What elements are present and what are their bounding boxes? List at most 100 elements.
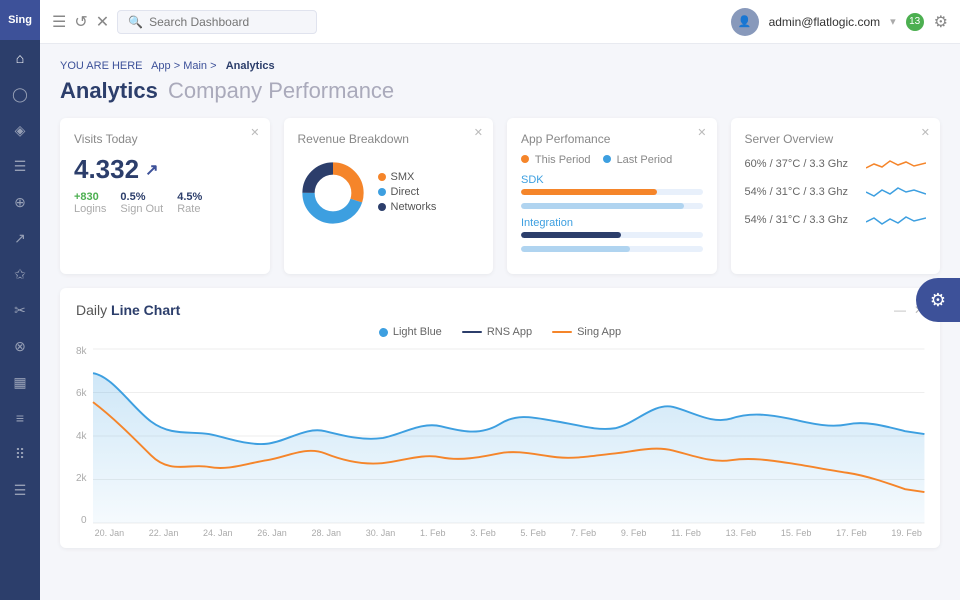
chart-minimize-icon[interactable]: —	[894, 303, 906, 317]
search-bar[interactable]: 🔍	[117, 10, 317, 34]
x-label-5: 30. Jan	[366, 528, 396, 538]
admin-email: admin@flatlogic.com	[769, 15, 881, 29]
perf-integration-bar-this	[521, 232, 703, 238]
stat-signout-val: 0.5%	[120, 191, 163, 203]
perf-dot-last	[603, 155, 611, 163]
x-label-1: 22. Jan	[149, 528, 179, 538]
perf-sdk-bar-this	[521, 189, 703, 195]
legend-label-networks: Networks	[391, 201, 437, 213]
sidebar-icon-list[interactable]: ☰	[0, 472, 40, 508]
perf-integration-fill-this	[521, 232, 621, 238]
legend-smx: SMX	[378, 171, 437, 183]
topbar: ☰ ↺ ✕ 🔍 👤 admin@flatlogic.com ▾ 13 ⚙	[40, 0, 960, 44]
sidebar-icon-diamond[interactable]: ◈	[0, 112, 40, 148]
legend-label-lightblue: Light Blue	[393, 326, 442, 338]
perf-sdk-bar-last	[521, 203, 703, 209]
legend-label-direct: Direct	[391, 186, 420, 198]
visits-trend-icon: ↗	[145, 160, 158, 180]
breadcrumb-current: Analytics	[226, 60, 275, 72]
server-row-2: 54% / 31°C / 3.3 Ghz	[745, 210, 927, 230]
server-card-close[interactable]: ✕	[921, 126, 930, 139]
legend-line-sing	[552, 331, 572, 333]
chart-svg-wrap: 20. Jan 22. Jan 24. Jan 26. Jan 28. Jan …	[93, 346, 924, 538]
search-icon: 🔍	[128, 15, 143, 29]
x-label-12: 13. Feb	[726, 528, 757, 538]
visits-card-title: Visits Today	[74, 132, 256, 146]
settings-icon[interactable]: ⚙	[934, 12, 948, 32]
revenue-card-title: Revenue Breakdown	[298, 132, 480, 146]
server-label-2: 54% / 31°C / 3.3 Ghz	[745, 214, 848, 226]
perf-dot-this	[521, 155, 529, 163]
content: YOU ARE HERE App > Main > Analytics Anal…	[40, 44, 960, 600]
search-input[interactable]	[149, 15, 306, 29]
x-label-4: 28. Jan	[312, 528, 342, 538]
perf-integration-bar-last	[521, 246, 703, 252]
sidebar-icon-bars[interactable]: ≡	[0, 400, 40, 436]
stat-rate-label: Rate	[177, 203, 202, 215]
perf-header: This Period Last Period	[521, 154, 703, 166]
chevron-down-icon[interactable]: ▾	[890, 15, 896, 28]
notification-badge[interactable]: 13	[906, 13, 924, 31]
sidebar-icon-star[interactable]: ✩	[0, 256, 40, 292]
sidebar-icon-user[interactable]: ⊕	[0, 184, 40, 220]
sidebar-icon-person[interactable]: ◯	[0, 76, 40, 112]
y-label-4k: 4k	[76, 431, 87, 442]
sidebar-icon-grid[interactable]: ▦	[0, 364, 40, 400]
sidebar-icon-home[interactable]: ⌂	[0, 40, 40, 76]
refresh-icon[interactable]: ↺	[74, 12, 87, 32]
chart-title-main: Line Chart	[111, 302, 180, 318]
close-icon[interactable]: ✕	[96, 12, 109, 32]
x-axis: 20. Jan 22. Jan 24. Jan 26. Jan 28. Jan …	[93, 528, 924, 538]
legend-dot-smx	[378, 173, 386, 181]
revenue-card-close[interactable]: ✕	[474, 126, 483, 139]
line-chart-svg	[93, 346, 924, 526]
legend-label-rns: RNS App	[487, 326, 532, 338]
y-label-6k: 6k	[76, 388, 87, 399]
sidebar-icon-docs[interactable]: ☰	[0, 148, 40, 184]
sidebar-icon-globe[interactable]: ⊗	[0, 328, 40, 364]
chart-header: Daily Line Chart — ✕	[76, 302, 924, 318]
x-label-10: 9. Feb	[621, 528, 647, 538]
legend-label-sing: Sing App	[577, 326, 621, 338]
server-row-0: 60% / 37°C / 3.3 Ghz	[745, 154, 927, 174]
sidebar-brand: Sing	[0, 0, 40, 40]
menu-icon[interactable]: ☰	[52, 12, 66, 32]
server-label-0: 60% / 37°C / 3.3 Ghz	[745, 158, 848, 170]
fab-settings[interactable]: ⚙	[916, 278, 960, 322]
visits-card-close[interactable]: ✕	[250, 126, 259, 139]
perf-this-period: This Period	[521, 154, 591, 166]
legend-dot-networks	[378, 203, 386, 211]
sidebar-icon-arrow[interactable]: ↗	[0, 220, 40, 256]
visits-stat-rate: 4.5% Rate	[177, 191, 202, 215]
server-card: ✕ Server Overview 60% / 37°C / 3.3 Ghz 5…	[731, 118, 941, 274]
sidebar-icon-scissors[interactable]: ✂	[0, 292, 40, 328]
page-title: Analytics Company Performance	[60, 78, 940, 104]
page-title-sub: Company Performance	[168, 78, 394, 103]
y-label-8k: 8k	[76, 346, 87, 357]
legend-direct: Direct	[378, 186, 437, 198]
sidebar-icon-apps[interactable]: ⠿	[0, 436, 40, 472]
area-fill	[93, 373, 924, 523]
chart-title: Daily Line Chart	[76, 302, 180, 318]
chart-area: 8k 6k 4k 2k 0	[76, 346, 924, 538]
revenue-inner: SMX Direct Networks	[298, 158, 480, 228]
page-title-main: Analytics	[60, 78, 158, 103]
y-label-2k: 2k	[76, 473, 87, 484]
x-label-13: 15. Feb	[781, 528, 812, 538]
visits-stat-signout: 0.5% Sign Out	[120, 191, 163, 215]
fab-settings-icon: ⚙	[930, 290, 946, 311]
x-label-6: 1. Feb	[420, 528, 446, 538]
sparkline-2	[866, 210, 926, 230]
perf-integration-fill-last	[521, 246, 630, 252]
perf-integration-label: Integration	[521, 217, 703, 229]
stat-rate-val: 4.5%	[177, 191, 202, 203]
sidebar: Sing ⌂ ◯ ◈ ☰ ⊕ ↗ ✩ ✂ ⊗ ▦ ≡ ⠿ ☰	[0, 0, 40, 600]
perf-card-close[interactable]: ✕	[697, 126, 706, 139]
stat-logins-label: Logins	[74, 203, 106, 215]
sparkline-0	[866, 154, 926, 174]
server-row-1: 54% / 31°C / 3.3 Ghz	[745, 182, 927, 202]
server-label-1: 54% / 31°C / 3.3 Ghz	[745, 186, 848, 198]
stat-logins-val: +830	[74, 191, 106, 203]
chart-title-prefix: Daily	[76, 302, 107, 318]
breadcrumb: YOU ARE HERE App > Main > Analytics	[60, 60, 940, 72]
